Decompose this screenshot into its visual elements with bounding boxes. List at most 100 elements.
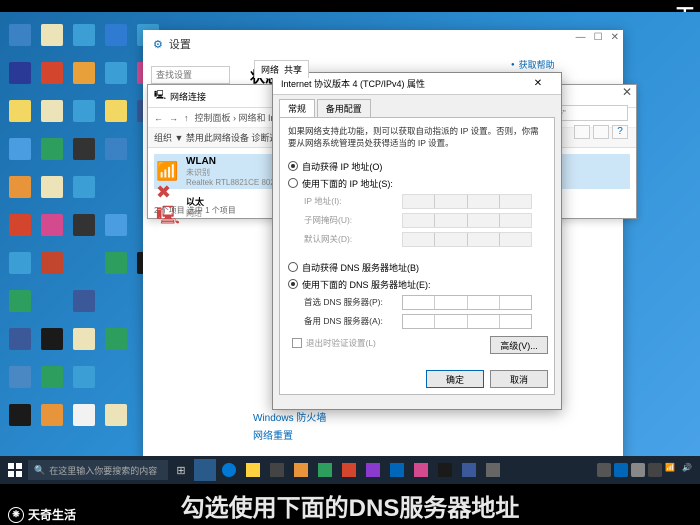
search-input[interactable] [151, 66, 230, 84]
desktop-icon[interactable] [37, 397, 67, 433]
radio-auto-dns[interactable]: 自动获得 DNS 服务器地址(B) [288, 261, 546, 274]
taskbar-app[interactable] [242, 459, 264, 481]
taskbar-search[interactable]: 🔍在这里输入你要搜索的内容 [28, 460, 168, 480]
advanced-button[interactable]: 高级(V)... [490, 336, 548, 354]
desktop-icon[interactable] [101, 397, 131, 433]
taskbar-app[interactable] [362, 459, 384, 481]
desktop-icon[interactable] [101, 207, 131, 243]
taskbar-app[interactable] [338, 459, 360, 481]
wifi-tray-icon[interactable]: 📶 [665, 463, 679, 477]
taskbar-app[interactable] [266, 459, 288, 481]
minimize-icon[interactable]: — [576, 32, 586, 43]
taskbar-app[interactable] [218, 459, 240, 481]
maximize-icon[interactable]: ☐ [594, 32, 603, 43]
desktop-icon[interactable] [37, 55, 67, 91]
desktop-icon[interactable] [37, 169, 67, 205]
desktop-icon[interactable] [5, 321, 35, 357]
desktop-icon[interactable] [69, 359, 99, 395]
desktop-icon[interactable] [69, 397, 99, 433]
help-button[interactable]: ? [612, 125, 628, 139]
desktop-icon[interactable] [5, 169, 35, 205]
desktop-icon[interactable] [5, 207, 35, 243]
view-button[interactable] [574, 125, 590, 139]
close-icon[interactable]: ✕ [611, 32, 619, 43]
radio-icon [288, 161, 298, 171]
radio-manual-ip[interactable]: 使用下面的 IP 地址(S): [288, 177, 546, 190]
view-button[interactable] [593, 125, 609, 139]
desktop-icon[interactable] [37, 245, 67, 281]
tray-icon[interactable] [631, 463, 645, 477]
desktop-icon[interactable] [5, 245, 35, 281]
desktop-icon[interactable] [37, 359, 67, 395]
gateway-label: 默认网关(D): [304, 233, 394, 245]
desktop-icon[interactable] [37, 321, 67, 357]
radio-manual-dns[interactable]: 使用下面的 DNS 服务器地址(E): [288, 278, 546, 291]
desktop-icon[interactable] [101, 93, 131, 129]
tab-alternate[interactable]: 备用配置 [317, 99, 371, 117]
desktop-icon[interactable] [69, 283, 99, 319]
close-icon[interactable]: ✕ [618, 85, 636, 103]
desktop-icon[interactable] [69, 17, 99, 53]
taskbar-app[interactable] [290, 459, 312, 481]
taskbar: 🔍在这里输入你要搜索的内容 ⊞ 📶 🔊 [0, 456, 700, 484]
tray-icon[interactable] [614, 463, 628, 477]
desktop-icon[interactable] [5, 283, 35, 319]
desktop-icon[interactable] [37, 17, 67, 53]
gateway-input [402, 232, 532, 247]
status-bar: 2 个项目 选中 1 个项目 [154, 205, 236, 216]
taskbar-app[interactable] [482, 459, 504, 481]
taskbar-app[interactable] [458, 459, 480, 481]
reset-link[interactable]: 网络重置 [253, 427, 326, 442]
desktop-icon[interactable] [5, 131, 35, 167]
desktop-icon[interactable] [69, 169, 99, 205]
desktop-icon[interactable] [69, 55, 99, 91]
tray-icon[interactable] [648, 463, 662, 477]
taskbar-app[interactable] [194, 459, 216, 481]
desktop-icon[interactable] [5, 93, 35, 129]
taskbar-app[interactable] [434, 459, 456, 481]
task-view-icon[interactable]: ⊞ [170, 459, 192, 481]
dns2-label: 备用 DNS 服务器(A): [304, 315, 394, 327]
desktop-icon[interactable] [37, 207, 67, 243]
desktop-icon[interactable] [5, 397, 35, 433]
desktop-icon[interactable] [5, 17, 35, 53]
desktop-icon[interactable] [37, 93, 67, 129]
volume-icon[interactable]: 🔊 [682, 463, 696, 477]
close-icon[interactable]: ✕ [523, 78, 553, 89]
mask-input [402, 213, 532, 228]
desktop-icon[interactable] [101, 55, 131, 91]
desktop-icon[interactable] [101, 17, 131, 53]
dns2-input[interactable] [402, 314, 532, 329]
tab-general[interactable]: 常规 [279, 99, 315, 117]
ok-button[interactable]: 确定 [426, 370, 484, 388]
tray-icon[interactable] [597, 463, 611, 477]
desktop-icon[interactable] [5, 359, 35, 395]
cancel-button[interactable]: 取消 [490, 370, 548, 388]
desktop-icon[interactable] [37, 131, 67, 167]
start-button[interactable] [4, 459, 26, 481]
wifi-icon: 📶 [156, 160, 180, 184]
desktop-icon[interactable] [69, 207, 99, 243]
ip-input [402, 194, 532, 209]
dns1-input[interactable] [402, 295, 532, 310]
dialog-title: Internet 协议版本 4 (TCP/IPv4) 属性 [281, 77, 425, 90]
taskbar-app[interactable] [410, 459, 432, 481]
desktop-icon[interactable] [69, 131, 99, 167]
taskbar-app[interactable] [386, 459, 408, 481]
desktop-icon[interactable] [5, 55, 35, 91]
ip-label: IP 地址(I): [304, 195, 394, 207]
desktop-icon[interactable] [101, 321, 131, 357]
system-tray[interactable]: 📶 🔊 [597, 463, 696, 477]
taskbar-app[interactable] [314, 459, 336, 481]
brand-watermark: ❋ 天奇生活 [8, 506, 76, 523]
wlan-props-tabs[interactable]: 网络 共享 [254, 60, 309, 78]
settings-title: ⚙设置 [143, 30, 623, 58]
dns1-label: 首选 DNS 服务器(P): [304, 296, 394, 308]
desktop-icon[interactable] [69, 93, 99, 129]
radio-auto-ip[interactable]: 自动获得 IP 地址(O) [288, 160, 546, 173]
desktop-icon[interactable] [69, 321, 99, 357]
desktop-icon[interactable] [101, 131, 131, 167]
firewall-link[interactable]: Windows 防火墙 [253, 409, 326, 424]
radio-icon [288, 178, 298, 188]
desktop-icon[interactable] [101, 245, 131, 281]
